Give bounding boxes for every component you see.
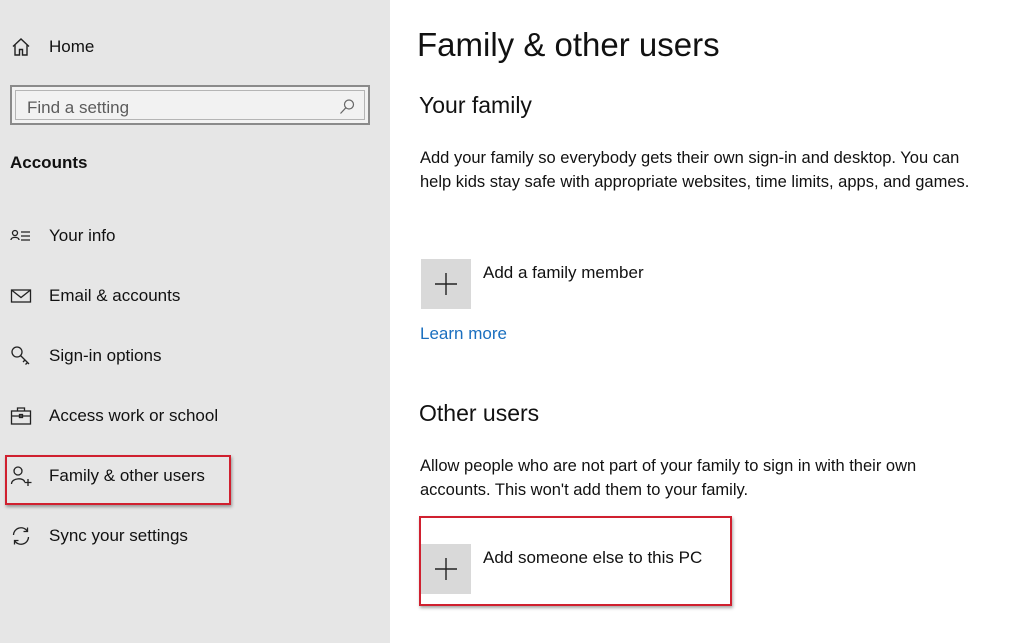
add-family-member-button[interactable] <box>421 259 471 309</box>
sidebar-item-your-info[interactable]: Your info <box>0 214 390 258</box>
plus-icon <box>435 273 457 295</box>
search-box[interactable] <box>10 85 370 125</box>
other-users-description: Allow people who are not part of your fa… <box>420 457 917 499</box>
home-label: Home <box>49 37 95 56</box>
sidebar-item-label: Email & accounts <box>49 286 181 305</box>
search-icon[interactable] <box>338 98 356 116</box>
learn-more-link[interactable]: Learn more <box>420 324 507 344</box>
sidebar-item-email-accounts[interactable]: Email & accounts <box>0 274 390 318</box>
section-title-accounts: Accounts <box>10 153 88 172</box>
add-someone-else-label[interactable]: Add someone else to this PC <box>483 548 702 568</box>
sidebar-item-home[interactable]: Home <box>0 25 390 69</box>
your-info-icon <box>9 224 33 248</box>
sidebar-item-label: Access work or school <box>49 406 219 425</box>
search-input[interactable] <box>27 97 327 119</box>
person-add-icon <box>9 464 33 488</box>
sidebar-item-label: Sync your settings <box>49 526 188 545</box>
sidebar-item-sign-in-options[interactable]: Sign-in options <box>0 334 390 378</box>
sidebar-item-sync-your-settings[interactable]: Sync your settings <box>0 514 390 558</box>
main-content: Family & other users Your family Add you… <box>390 0 1020 643</box>
sync-icon <box>9 524 33 548</box>
other-users-heading: Other users <box>419 400 540 426</box>
page-title: Family & other users <box>417 26 720 63</box>
sidebar: Home Accounts Your info <box>0 0 390 643</box>
sidebar-item-access-work-or-school[interactable]: Access work or school <box>0 394 390 438</box>
your-family-description: Add your family so everybody gets their … <box>420 149 970 191</box>
add-someone-else-button[interactable] <box>421 544 471 594</box>
sidebar-item-family-other-users[interactable]: Family & other users <box>0 454 390 498</box>
sidebar-item-label: Family & other users <box>49 466 205 485</box>
your-family-heading: Your family <box>419 92 532 118</box>
briefcase-icon <box>9 404 33 428</box>
home-icon <box>9 35 33 59</box>
key-icon <box>9 344 33 368</box>
add-family-member-label[interactable]: Add a family member <box>483 263 644 283</box>
plus-icon <box>435 558 457 580</box>
mail-icon <box>9 284 33 308</box>
sidebar-item-label: Sign-in options <box>49 346 162 365</box>
sidebar-item-label: Your info <box>49 226 116 245</box>
